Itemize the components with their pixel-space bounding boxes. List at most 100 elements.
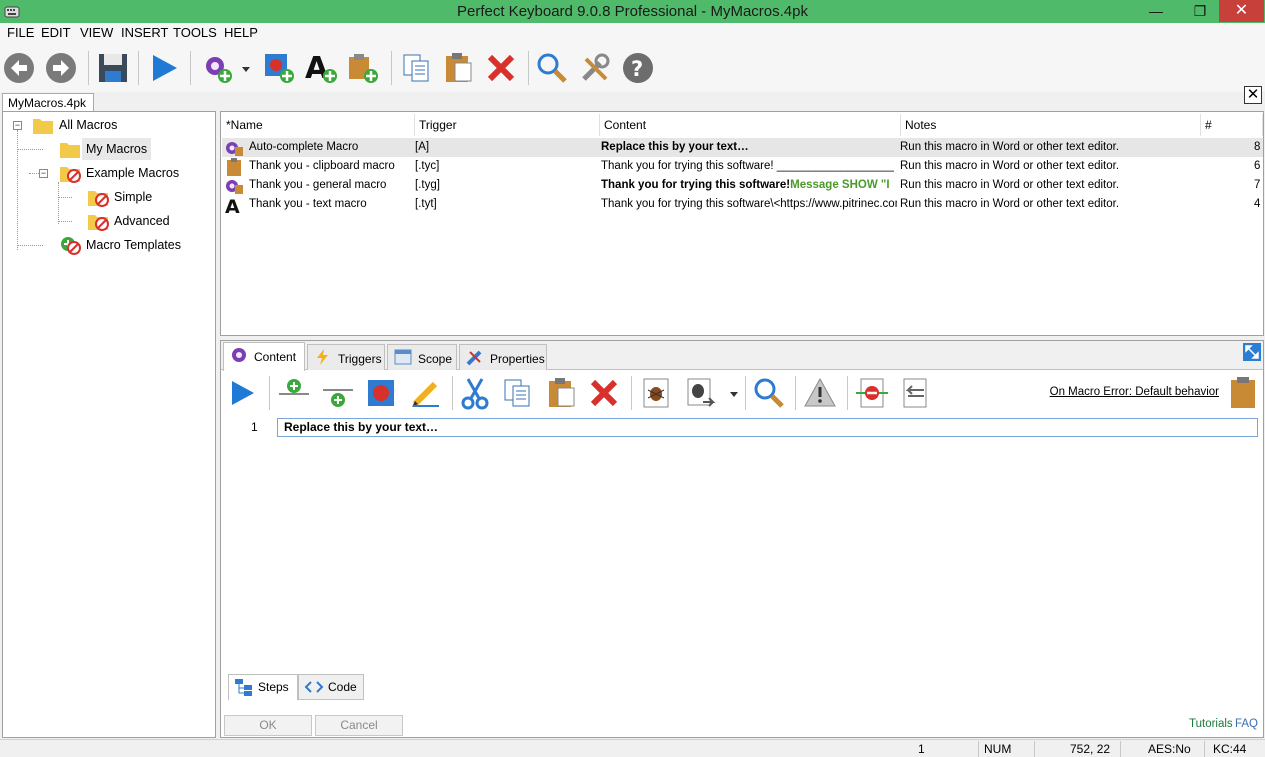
menu-help[interactable]: HELP — [224, 25, 258, 40]
title-bar: Perfect Keyboard 9.0.8 Professional - My… — [0, 0, 1265, 23]
code-icon — [304, 681, 324, 693]
tutorials-link[interactable]: Tutorials — [1189, 718, 1233, 730]
macro-notes: Run this macro in Word or other text edi… — [900, 179, 1120, 191]
column-header-trigger[interactable]: Trigger — [415, 114, 600, 136]
column-header-notes[interactable]: Notes — [901, 114, 1201, 136]
table-row[interactable]: A Thank you - text macro [.tyt] Thank yo… — [222, 195, 1263, 214]
tab-properties[interactable]: Properties — [459, 344, 547, 370]
cancel-button[interactable]: Cancel — [315, 715, 403, 736]
menu-view[interactable]: VIEW — [80, 25, 113, 40]
new-recorded-macro-icon[interactable] — [262, 51, 296, 85]
menu-insert[interactable]: INSERT — [121, 25, 168, 40]
column-header-content[interactable]: Content — [600, 114, 901, 136]
menu-file[interactable]: FILE — [7, 25, 34, 40]
dropdown-arrow-icon[interactable] — [238, 51, 254, 85]
macro-code-area[interactable]: 1 Replace this by your text… — [221, 415, 1263, 673]
status-line: 1 — [918, 742, 925, 756]
debug-step-icon[interactable] — [683, 376, 717, 410]
status-num-lock: NUM — [984, 742, 1012, 756]
general-macro-icon — [226, 180, 243, 194]
document-tab[interactable]: MyMacros.4pk — [2, 93, 94, 111]
folder-icon — [60, 143, 80, 158]
faq-link[interactable]: FAQ — [1235, 718, 1258, 730]
paste-icon[interactable] — [545, 376, 579, 410]
paste-icon[interactable] — [442, 51, 476, 85]
menu-edit[interactable]: EDIT — [41, 25, 71, 40]
insert-step-below-icon[interactable] — [321, 376, 355, 410]
cut-icon[interactable] — [458, 376, 492, 410]
main-toolbar: A ? — [0, 43, 1265, 92]
macro-step-line[interactable]: Replace this by your text… — [277, 418, 1258, 437]
macro-notes: Run this macro in Word or other text edi… — [900, 198, 1120, 210]
copy-icon[interactable] — [400, 51, 434, 85]
forward-icon[interactable] — [44, 51, 78, 85]
delete-icon[interactable] — [484, 51, 518, 85]
minimize-button[interactable]: — — [1141, 0, 1171, 22]
svg-text:A: A — [225, 196, 240, 214]
restore-button[interactable]: ❐ — [1185, 0, 1215, 22]
svg-text:?: ? — [631, 57, 643, 81]
options-icon[interactable] — [578, 51, 612, 85]
tab-content[interactable]: Content — [223, 342, 305, 371]
status-bar: 1 NUM 752, 22 AES:No KC:44 — [0, 739, 1265, 757]
tree-collapse-example-macros[interactable]: − — [39, 169, 48, 178]
clipboard-icon[interactable] — [1226, 376, 1260, 410]
help-icon[interactable]: ? — [621, 51, 655, 85]
tab-triggers[interactable]: Triggers — [307, 344, 385, 370]
tree-collapse-all-macros[interactable]: − — [13, 121, 22, 130]
ok-button[interactable]: OK — [224, 715, 312, 736]
on-macro-error-link[interactable]: On Macro Error: Default behavior — [1050, 386, 1219, 398]
back-icon[interactable] — [2, 51, 36, 85]
insert-step-above-icon[interactable] — [277, 376, 311, 410]
new-clipboard-macro-icon[interactable] — [346, 51, 380, 85]
macro-count: 7 — [1254, 179, 1261, 191]
maximize-editor-icon[interactable] — [1243, 343, 1261, 361]
record-icon[interactable] — [364, 376, 398, 410]
delete-icon[interactable] — [587, 376, 621, 410]
debug-icon[interactable] — [639, 376, 673, 410]
general-macro-icon — [226, 142, 243, 156]
dropdown-arrow-icon[interactable] — [726, 376, 742, 410]
warning-icon[interactable] — [803, 376, 837, 410]
run-icon[interactable] — [225, 376, 259, 410]
window-title: Perfect Keyboard 9.0.8 Professional - My… — [457, 3, 808, 20]
text-macro-icon: A — [225, 196, 240, 214]
editor-tab-strip: Content Triggers Scope Properties — [221, 341, 1263, 371]
save-icon[interactable] — [96, 51, 130, 85]
close-button[interactable]: ✕ — [1219, 0, 1264, 22]
tab-code[interactable]: Code — [298, 674, 364, 700]
undo-step-icon[interactable] — [898, 376, 932, 410]
edit-icon[interactable] — [409, 376, 443, 410]
macro-trigger: [A] — [415, 141, 430, 153]
column-header-count[interactable]: # — [1201, 114, 1263, 136]
table-row[interactable]: Auto-complete Macro [A] Replace this by … — [222, 138, 1263, 157]
new-text-macro-icon[interactable]: A — [304, 51, 338, 85]
copy-icon[interactable] — [501, 376, 535, 410]
new-macro-icon[interactable] — [200, 51, 234, 85]
macro-content: Thank you for trying this software!Messa… — [601, 179, 890, 191]
status-kc: KC:44 — [1213, 742, 1247, 756]
macro-list: *Name Trigger Content Notes # Auto-compl… — [220, 111, 1264, 336]
disabled-folder-icon — [60, 167, 81, 183]
disable-step-icon[interactable] — [855, 376, 889, 410]
window-icon — [394, 349, 412, 365]
document-close-button[interactable]: ✕ — [1244, 86, 1262, 104]
table-row[interactable]: Thank you - clipboard macro [.tyc] Thank… — [222, 157, 1263, 176]
tab-scope[interactable]: Scope — [387, 344, 457, 370]
properties-icon — [466, 350, 482, 366]
editor-toolbar: On Macro Error: Default behavior — [221, 371, 1263, 415]
menu-tools[interactable]: TOOLS — [173, 25, 217, 40]
macro-name: Thank you - clipboard macro — [249, 160, 395, 172]
column-header-name[interactable]: *Name — [222, 114, 415, 136]
search-icon[interactable] — [535, 51, 569, 85]
tab-steps[interactable]: Steps — [228, 674, 298, 700]
run-icon[interactable] — [147, 51, 181, 85]
gear-icon — [232, 348, 246, 362]
macro-tree: − − All Macros My Macros Example Macros … — [2, 111, 216, 738]
table-row[interactable]: Thank you - general macro [.tyg] Thank y… — [222, 176, 1263, 195]
lightning-icon — [317, 349, 328, 365]
macro-trigger: [.tyg] — [415, 179, 440, 191]
line-number: 1 — [251, 420, 258, 434]
find-icon[interactable] — [752, 376, 786, 410]
macro-name: Auto-complete Macro — [249, 141, 359, 153]
